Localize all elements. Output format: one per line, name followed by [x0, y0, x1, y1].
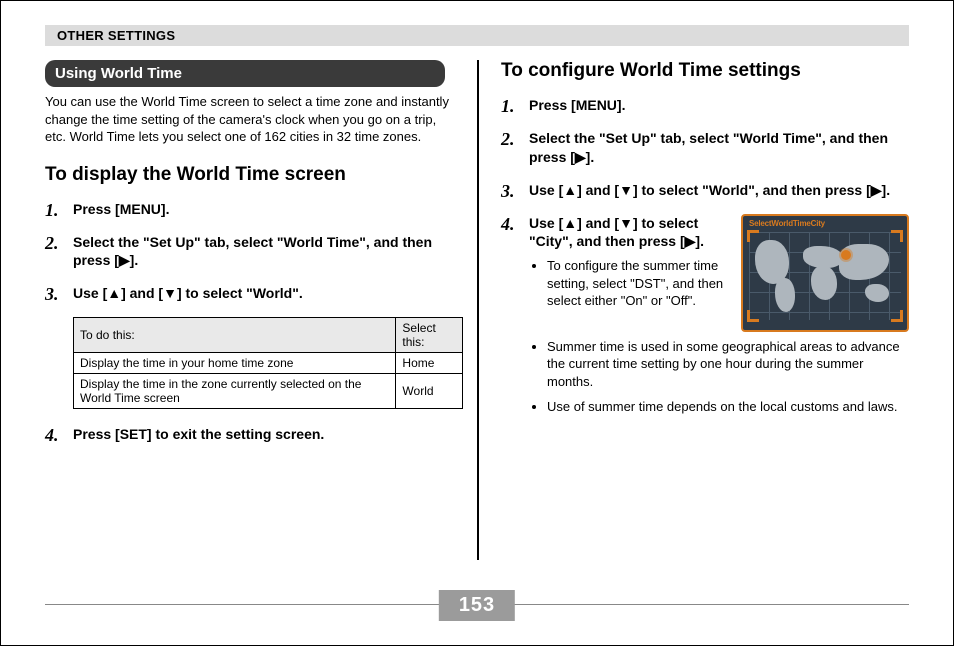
subheading-configure: To configure World Time settings [501, 60, 909, 82]
selection-table: To do this: Select this: Display the tim… [73, 317, 463, 409]
step-number: 4. [501, 212, 515, 236]
bullet-item: To configure the summer time setting, se… [547, 257, 729, 310]
step-number: 1. [501, 94, 515, 118]
step-number: 2. [45, 231, 59, 255]
table-row: Display the time in your home time zone … [74, 353, 463, 374]
step-number: 1. [45, 198, 59, 222]
feature-title: Using World Time [55, 65, 182, 82]
step-text: Use [▲] and [▼] to select "City", and th… [529, 215, 704, 250]
step-text: Use [▲] and [▼] to select "World". [73, 285, 303, 301]
manual-page: OTHER SETTINGS Using World Time You can … [0, 0, 954, 646]
table-head-row: To do this: Select this: [74, 318, 463, 353]
steps-display: 1. Press [MENU]. 2. Select the "Set Up" … [45, 200, 455, 304]
step-number: 4. [45, 423, 59, 447]
step-text: Select the "Set Up" tab, select "World T… [529, 130, 888, 165]
table-cell: Display the time in the zone currently s… [74, 374, 396, 409]
map-selection-marker-icon [841, 250, 851, 260]
step-text: Press [MENU]. [73, 201, 169, 217]
table-cell: Home [396, 353, 462, 374]
table-header: Select this: [396, 318, 462, 353]
step-text: Press [MENU]. [529, 97, 625, 113]
step-bullets: Summer time is used in some geographical… [529, 338, 909, 416]
page-number: 153 [439, 590, 515, 621]
step-item: 3. Use [▲] and [▼] to select "World", an… [501, 181, 909, 200]
steps-display-cont: 4. Press [SET] to exit the setting scree… [45, 425, 455, 444]
table-header: To do this: [74, 318, 396, 353]
step-item: 1. Press [MENU]. [45, 200, 455, 219]
table-cell: World [396, 374, 462, 409]
section-title: OTHER SETTINGS [57, 28, 175, 43]
bullet-item: Summer time is used in some geographical… [547, 338, 909, 391]
step-text: Press [SET] to exit the setting screen. [73, 426, 324, 442]
steps-configure: 1. Press [MENU]. 2. Select the "Set Up" … [501, 96, 909, 416]
world-map-thumbnail: SelectWorldTimeCity [741, 214, 909, 332]
step-number: 2. [501, 127, 515, 151]
bullet-item: Use of summer time depends on the local … [547, 398, 909, 416]
step-item: 2. Select the "Set Up" tab, select "Worl… [45, 233, 455, 271]
step-item: 4. Use [▲] and [▼] to select "City", and… [501, 214, 909, 416]
map-continents-icon [755, 240, 895, 312]
two-column-layout: Using World Time You can use the World T… [45, 60, 909, 560]
step-text: Select the "Set Up" tab, select "World T… [73, 234, 432, 269]
step-text: Use [▲] and [▼] to select "World", and t… [529, 182, 890, 198]
step-number: 3. [501, 179, 515, 203]
map-title: SelectWorldTimeCity [749, 219, 825, 230]
step-bullets-top: To configure the summer time setting, se… [529, 257, 729, 310]
step-number: 3. [45, 282, 59, 306]
left-column: Using World Time You can use the World T… [45, 60, 477, 560]
table-row: Display the time in the zone currently s… [74, 374, 463, 409]
step-item: 1. Press [MENU]. [501, 96, 909, 115]
step-item: 3. Use [▲] and [▼] to select "World". [45, 284, 455, 303]
step-item: 4. Press [SET] to exit the setting scree… [45, 425, 455, 444]
table-cell: Display the time in your home time zone [74, 353, 396, 374]
feature-intro-text: You can use the World Time screen to sel… [45, 93, 455, 146]
step-item: 2. Select the "Set Up" tab, select "Worl… [501, 129, 909, 167]
right-column: To configure World Time settings 1. Pres… [477, 60, 909, 560]
feature-title-pill: Using World Time [45, 60, 445, 87]
subheading-display: To display the World Time screen [45, 164, 455, 186]
section-header-bar: OTHER SETTINGS [45, 25, 909, 46]
